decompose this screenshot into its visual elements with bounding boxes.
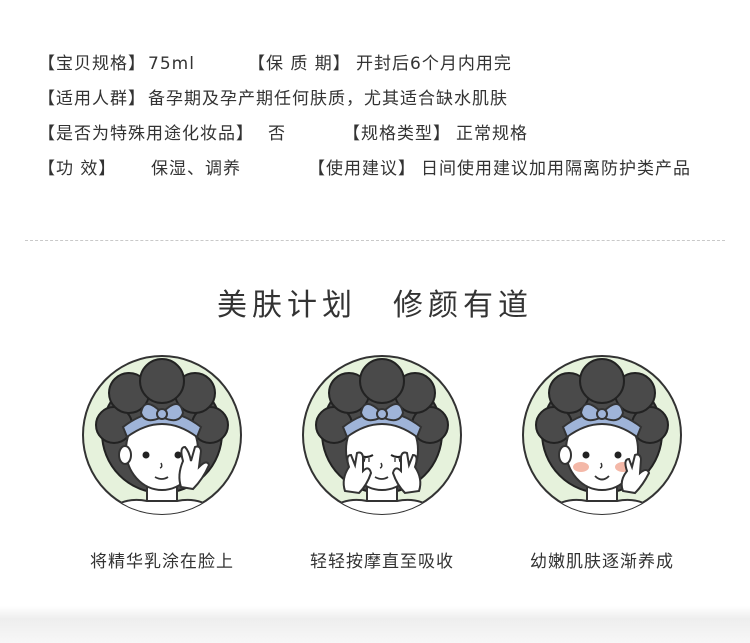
girl-smiling-icon — [522, 355, 682, 515]
spec-value: 正常规格 — [456, 124, 528, 144]
spec-label: 【适用人群】 — [38, 89, 146, 109]
spec-label: 【规格类型】 — [343, 124, 451, 144]
spec-label: 【宝贝规格】 — [38, 54, 146, 74]
headline-part-1: 美肤计划 — [217, 288, 357, 323]
spec-label: 【是否为特殊用途化妆品】 — [38, 124, 254, 144]
girl-applying-serum-icon — [82, 355, 242, 515]
spec-label: 【保 质 期】 — [248, 54, 351, 74]
spec-value: 否 — [268, 124, 286, 144]
step-caption: 将精华乳涂在脸上 — [90, 552, 234, 572]
dashed-divider — [25, 240, 725, 241]
step-massage: 轻轻按摩直至吸收 — [297, 355, 467, 572]
spec-value: 日间使用建议加用隔离防护类产品 — [421, 159, 691, 179]
spec-label: 【功 效】 — [38, 159, 117, 179]
step-apply: 将精华乳涂在脸上 — [77, 355, 247, 572]
bottom-shadow — [0, 606, 750, 643]
headline-part-2: 修颜有道 — [393, 288, 533, 323]
spec-value: 保湿、调养 — [151, 159, 241, 179]
step-caption: 轻轻按摩直至吸收 — [310, 552, 454, 572]
spec-label: 【使用建议】 — [308, 159, 416, 179]
girl-massaging-face-icon — [302, 355, 462, 515]
section-headline: 美肤计划 修颜有道 — [0, 280, 750, 324]
spec-value: 开封后6个月内用完 — [356, 54, 512, 74]
spec-value: 75ml — [148, 54, 195, 74]
step-result: 幼嫩肌肤逐渐养成 — [517, 355, 687, 572]
spec-value: 备孕期及孕产期任何肤质，尤其适合缺水肌肤 — [148, 89, 508, 109]
step-caption: 幼嫩肌肤逐渐养成 — [530, 552, 674, 572]
